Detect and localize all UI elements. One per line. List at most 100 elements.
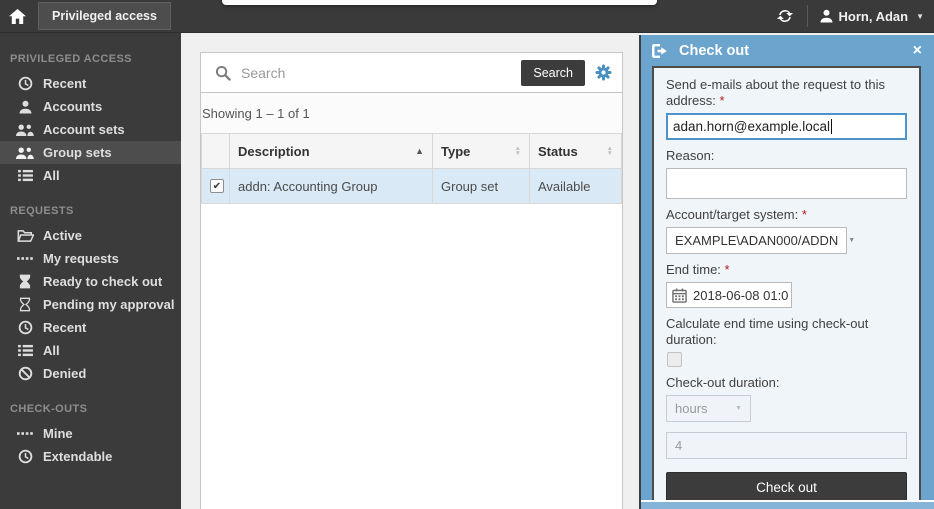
home-button[interactable] (0, 0, 34, 33)
sidebar-item-my-requests[interactable]: My requests (0, 247, 181, 270)
search-input[interactable] (241, 65, 521, 81)
user-name: Horn, Adan (839, 9, 909, 24)
sidebar-item-active[interactable]: Active (0, 224, 181, 247)
refresh-button[interactable] (763, 0, 807, 32)
sidebar-item-account-sets[interactable]: Account sets (0, 118, 181, 141)
panel-title: Check out (679, 43, 903, 59)
sidebar-item-label: Pending my approval (43, 297, 174, 312)
check-out-panel: Check out × Send e-mails about the reque… (639, 35, 934, 509)
list-icon (16, 169, 34, 182)
list-icon (16, 344, 34, 357)
check-out-button[interactable]: Check out (666, 472, 907, 503)
row-status: Available (530, 169, 622, 204)
table-header-row: Description ▲ Type ▲▼ Status ▲▼ (202, 134, 622, 169)
hourglass-filled-icon (16, 274, 34, 289)
sidebar-item-label: My requests (43, 251, 119, 266)
sidebar-item-accounts[interactable]: Accounts (0, 95, 181, 118)
sidebar-item-pending-my-approval[interactable]: Pending my approval (0, 293, 181, 316)
close-icon[interactable]: × (913, 44, 922, 58)
column-header-type[interactable]: Type ▲▼ (433, 134, 530, 169)
clock-icon (16, 449, 34, 464)
refresh-icon (777, 8, 793, 24)
table-row[interactable]: ✔ addn: Accounting Group Group set Avail… (202, 169, 622, 204)
check-icon: ✔ (213, 181, 221, 192)
hourglass-outline-icon (16, 297, 34, 312)
column-header-description[interactable]: Description ▲ (230, 134, 433, 169)
reason-input[interactable] (666, 168, 907, 199)
clock-icon (16, 76, 34, 91)
users-icon (16, 146, 34, 160)
check-out-form: Send e-mails about the request to this a… (652, 66, 921, 509)
home-icon (9, 9, 26, 24)
row-checkbox[interactable]: ✔ (210, 179, 224, 193)
sort-icon: ▲▼ (607, 146, 613, 156)
sidebar-item-recent[interactable]: Recent (0, 72, 181, 95)
calc-end-time-label: Calculate end time using check-out durat… (666, 316, 907, 348)
user-icon (16, 100, 34, 114)
search-button[interactable]: Search (521, 60, 585, 86)
folder-open-icon (16, 229, 34, 243)
sidebar-item-label: Denied (43, 366, 86, 381)
end-time-label: End time: * (666, 262, 907, 278)
sidebar-item-group-sets[interactable]: Group sets (0, 141, 181, 164)
required-mark: * (720, 93, 725, 108)
search-settings-button[interactable] (595, 64, 612, 81)
clock-icon (16, 320, 34, 335)
ellipsis-icon (16, 427, 34, 440)
sidebar-item-label: Account sets (43, 122, 125, 137)
row-description: addn: Accounting Group (230, 169, 433, 204)
sidebar-item-denied[interactable]: Denied (0, 362, 181, 385)
email-label: Send e-mails about the request to this a… (666, 77, 907, 109)
sidebar-item-label: Extendable (43, 449, 112, 464)
account-select[interactable]: EXAMPLE\ADAN000/ADDN ▼ (666, 227, 847, 254)
sidebar-item-all-requests[interactable]: All (0, 339, 181, 362)
browser-chrome-notch (222, 0, 657, 5)
end-time-picker[interactable]: 2018-06-08 01:0 (666, 282, 792, 308)
caret-down-icon: ▼ (735, 405, 742, 412)
sort-asc-icon: ▲ (415, 146, 424, 156)
sidebar-item-extendable[interactable]: Extendable (0, 445, 181, 468)
user-menu[interactable]: Horn, Adan ▼ (808, 0, 934, 32)
user-icon (820, 9, 833, 23)
sidebar-item-label: Active (43, 228, 82, 243)
sidebar: PRIVILEGED ACCESS Recent Accounts Accoun… (0, 33, 181, 509)
sidebar-item-label: Recent (43, 76, 86, 91)
search-icon (215, 65, 231, 81)
sidebar-item-label: Mine (43, 426, 73, 441)
panel-footer (641, 500, 934, 509)
sidebar-item-recent-requests[interactable]: Recent (0, 316, 181, 339)
reason-label: Reason: (666, 148, 907, 164)
sidebar-item-label: All (43, 343, 60, 358)
required-mark: * (725, 262, 730, 277)
users-icon (16, 123, 34, 137)
calc-end-time-checkbox[interactable] (667, 352, 682, 367)
account-label: Account/target system: * (666, 207, 907, 223)
email-input[interactable]: adan.horn@example.local (666, 113, 907, 140)
ellipsis-icon (16, 252, 34, 265)
sort-icon: ▲▼ (515, 146, 521, 156)
gear-icon (595, 64, 612, 81)
duration-amount-input: 4 (666, 432, 907, 459)
row-select-cell: ✔ (202, 169, 230, 204)
ban-icon (16, 366, 34, 381)
sidebar-item-mine[interactable]: Mine (0, 422, 181, 445)
column-header-status[interactable]: Status ▲▼ (530, 134, 622, 169)
search-bar: Search (201, 53, 622, 93)
sidebar-item-all[interactable]: All (0, 164, 181, 187)
duration-unit-select: hours ▼ (666, 395, 751, 422)
required-mark: * (802, 207, 807, 222)
section-header-requests: REQUESTS (0, 195, 181, 224)
sidebar-item-label: All (43, 168, 60, 183)
caret-down-icon: ▼ (848, 237, 855, 244)
results-summary: Showing 1 – 1 of 1 (201, 93, 622, 133)
section-header-check-outs: CHECK-OUTS (0, 393, 181, 422)
privileged-access-button[interactable]: Privileged access (38, 2, 171, 30)
sidebar-item-label: Recent (43, 320, 86, 335)
duration-label: Check-out duration: (666, 375, 907, 391)
sidebar-item-label: Accounts (43, 99, 102, 114)
sidebar-item-ready-to-check-out[interactable]: Ready to check out (0, 270, 181, 293)
section-header-privileged-access: PRIVILEGED ACCESS (0, 43, 181, 72)
sidebar-item-label: Group sets (43, 145, 112, 160)
sign-out-icon (651, 43, 669, 59)
select-column-header (202, 134, 230, 169)
